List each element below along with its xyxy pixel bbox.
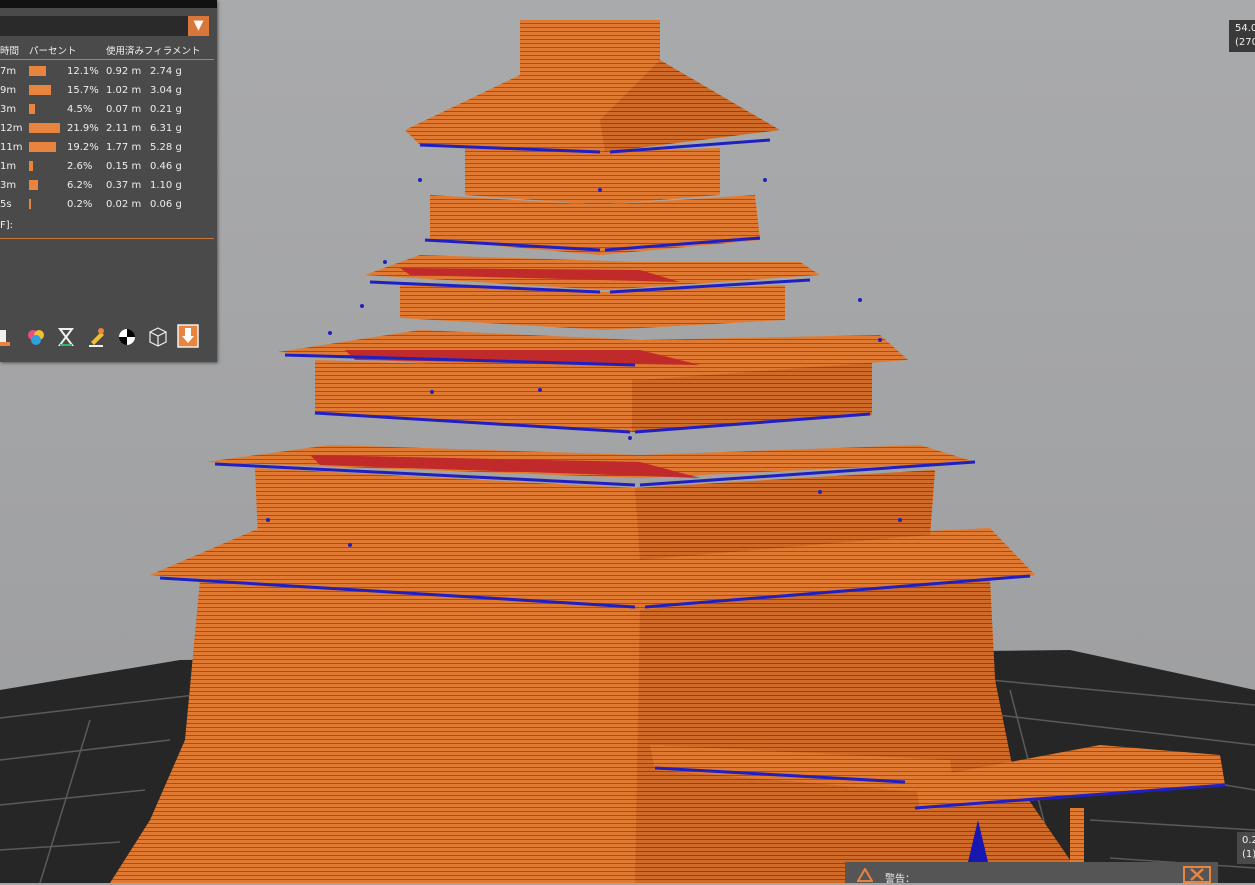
row-length: 0.92 m — [106, 66, 142, 77]
row-percent: 19.2% — [67, 142, 99, 153]
stats-row: 11m 19.2% 1.77 m 5.28 g — [0, 138, 217, 157]
row-percent: 15.7% — [67, 85, 99, 96]
row-percent: 21.9% — [67, 123, 99, 134]
row-weight: 0.21 g — [150, 104, 182, 115]
row-length: 0.37 m — [106, 180, 142, 191]
stats-row: 12m 21.9% 2.11 m 6.31 g — [0, 119, 217, 138]
row-length: 0.02 m — [106, 199, 142, 210]
divider — [0, 238, 214, 239]
statistics-panel: ▼ 時間 パーセント 使用済みフィラメント 7m 12.1% 0.92 m 2.74 … — [0, 0, 217, 362]
coord-value: 54.0 — [1235, 23, 1255, 34]
stats-row: 1m 2.6% 0.15 m 0.46 g — [0, 157, 217, 176]
extrude-icon[interactable] — [0, 326, 20, 348]
row-weight: 0.46 g — [150, 161, 182, 172]
warning-bar: 警告： — [845, 862, 1218, 885]
coord-value: 0.2 — [1242, 835, 1255, 846]
row-time: 11m — [0, 142, 23, 153]
row-weight: 3.04 g — [150, 85, 182, 96]
coordinate-readout-top: 54.0 (270 — [1229, 20, 1255, 52]
row-length: 1.02 m — [106, 85, 142, 96]
row-weight: 5.28 g — [150, 142, 182, 153]
row-time: 3m — [0, 104, 17, 115]
stats-row: 5s 0.2% 0.02 m 0.06 g — [0, 195, 217, 214]
coord-value: (1) — [1242, 849, 1255, 860]
warning-icon — [857, 868, 873, 882]
row-percent: 4.5% — [67, 104, 93, 115]
row-time: 5s — [0, 199, 12, 210]
edit-icon[interactable] — [87, 326, 107, 348]
coord-value: (270 — [1235, 37, 1255, 48]
stats-row: 9m 15.7% 1.02 m 3.04 g — [0, 81, 217, 100]
row-percent: 2.6% — [67, 161, 93, 172]
view-type-combo[interactable] — [0, 16, 209, 36]
color-scheme-icon[interactable] — [26, 326, 46, 348]
download-icon[interactable] — [177, 324, 199, 348]
row-time: 1m — [0, 161, 17, 172]
wireframe-icon[interactable] — [148, 326, 168, 348]
row-length: 0.07 m — [106, 104, 142, 115]
row-weight: 6.31 g — [150, 123, 182, 134]
row-length: 0.15 m — [106, 161, 142, 172]
percent-bar — [29, 104, 36, 114]
percent-bar — [29, 66, 46, 76]
center-icon[interactable] — [117, 326, 137, 348]
row-length: 1.77 m — [106, 142, 142, 153]
row-time: 3m — [0, 180, 17, 191]
chevron-down-icon[interactable]: ▼ — [188, 16, 209, 36]
color-label: F]: — [0, 220, 14, 231]
percent-bar — [29, 142, 56, 152]
stats-row: 3m 4.5% 0.07 m 0.21 g — [0, 100, 217, 119]
row-weight: 0.06 g — [150, 199, 182, 210]
percent-bar — [29, 199, 31, 209]
row-percent: 12.1% — [67, 66, 99, 77]
layer-time-icon[interactable] — [56, 326, 76, 348]
stats-row: 3m 6.2% 0.37 m 1.10 g — [0, 176, 217, 195]
row-weight: 1.10 g — [150, 180, 182, 191]
percent-bar — [29, 161, 33, 171]
row-weight: 2.74 g — [150, 66, 182, 77]
panel-title-bar — [0, 0, 217, 8]
header-percent: パーセント — [29, 46, 77, 57]
row-time: 12m — [0, 123, 23, 134]
stats-row: 7m 12.1% 0.92 m 2.74 g — [0, 62, 217, 81]
row-percent: 6.2% — [67, 180, 93, 191]
percent-bar — [29, 180, 38, 190]
coordinate-readout-bottom: 0.2 (1) — [1237, 832, 1255, 864]
close-icon[interactable] — [1183, 866, 1211, 883]
divider — [0, 59, 214, 60]
row-percent: 0.2% — [67, 199, 93, 210]
header-used-filament: 使用済みフィラメント — [106, 46, 201, 57]
row-time: 7m — [0, 66, 17, 77]
row-time: 9m — [0, 85, 17, 96]
percent-bar — [29, 85, 51, 95]
row-length: 2.11 m — [106, 123, 142, 134]
header-time: 時間 — [0, 46, 20, 57]
percent-bar — [29, 123, 60, 133]
